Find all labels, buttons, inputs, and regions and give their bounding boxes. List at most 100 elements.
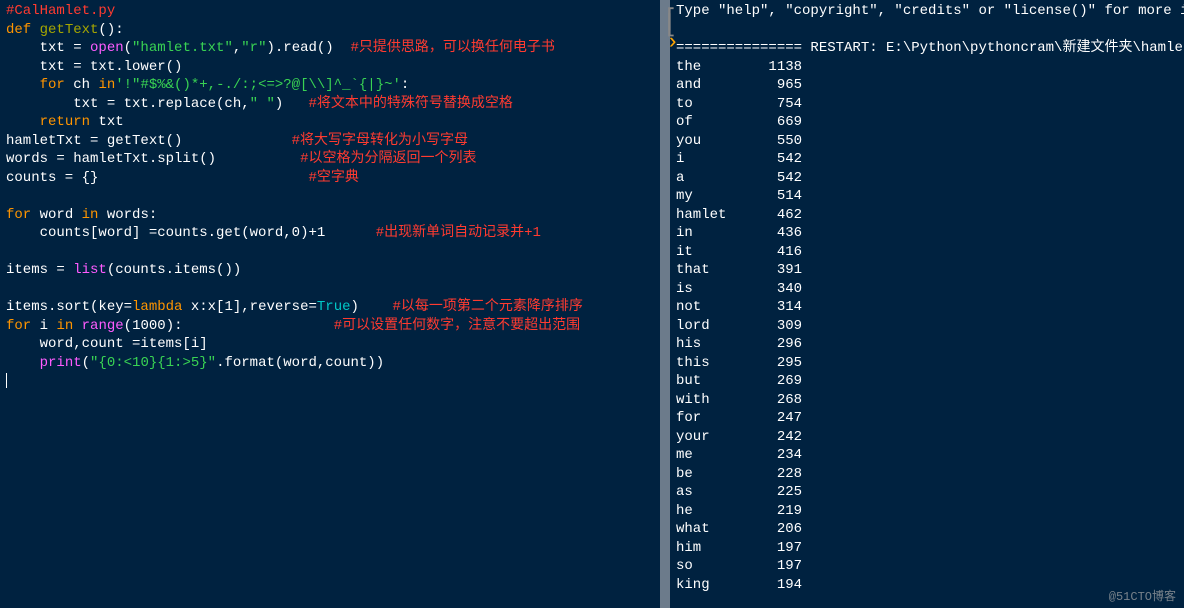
code-token: '!"#$%&()*+,-./:;<=>?@[\\]^_`{|}~' xyxy=(115,77,401,93)
code-token: getText xyxy=(40,22,99,38)
cursor-line xyxy=(6,372,654,391)
code-token xyxy=(6,77,40,93)
freq-row: he 219 xyxy=(676,502,1178,521)
code-token: ).read() xyxy=(266,40,350,56)
shell-blank-line xyxy=(676,21,1178,40)
code-token: ( xyxy=(124,318,132,334)
code-token: #只提供思路，可以换任何电子书 xyxy=(351,40,555,56)
prompt-icon: › xyxy=(666,30,679,55)
code-line[interactable]: txt = txt.replace(ch," ") #将文本中的特殊符号替换成空… xyxy=(6,95,654,114)
code-line[interactable] xyxy=(6,243,654,262)
code-token xyxy=(6,188,14,204)
code-token: txt = txt.lower() xyxy=(6,59,182,75)
shell-restart-line: =============== RESTART: E:\Python\pytho… xyxy=(676,39,1178,58)
code-token: open xyxy=(90,40,124,56)
code-line[interactable]: for ch in'!"#$%&()*+,-./:;<=>?@[\\]^_`{|… xyxy=(6,76,654,95)
code-token: in xyxy=(98,77,115,93)
code-line[interactable] xyxy=(6,280,654,299)
freq-row: my 514 xyxy=(676,187,1178,206)
code-line[interactable]: #CalHamlet.py xyxy=(6,2,654,21)
code-token: words: xyxy=(98,207,157,223)
code-token: True xyxy=(317,299,351,315)
freq-row: the 1138 xyxy=(676,58,1178,77)
code-line[interactable]: def getText(): xyxy=(6,21,654,40)
code-token: list xyxy=(73,262,107,278)
code-token: #以空格为分隔返回一个列表 xyxy=(300,151,476,167)
code-line[interactable]: txt = open("hamlet.txt","r").read() #只提供… xyxy=(6,39,654,58)
code-token: 1 xyxy=(224,299,232,315)
code-token: .format(word,count)) xyxy=(216,355,384,371)
code-token xyxy=(73,318,81,334)
code-token: for xyxy=(40,77,65,93)
code-lines-container: #CalHamlet.pydef getText(): txt = open("… xyxy=(6,2,654,372)
code-token: txt = txt.replace(ch, xyxy=(6,96,250,112)
code-line[interactable]: return txt xyxy=(6,113,654,132)
code-token: #出现新单词自动记录并+1 xyxy=(376,225,541,241)
code-token: words = hamletTxt.split() xyxy=(6,151,300,167)
freq-row: not 314 xyxy=(676,298,1178,317)
freq-row: a 542 xyxy=(676,169,1178,188)
code-token: return xyxy=(40,114,90,130)
code-token: txt = xyxy=(6,40,90,56)
code-line[interactable]: counts[word] =counts.get(word,0)+1 #出现新单… xyxy=(6,224,654,243)
code-token: ( xyxy=(124,40,132,56)
code-line[interactable]: items.sort(key=lambda x:x[1],reverse=Tru… xyxy=(6,298,654,317)
freq-row: you 550 xyxy=(676,132,1178,151)
code-token: hamletTxt = getText() xyxy=(6,133,292,149)
code-line[interactable]: hamletTxt = getText() #将大写字母转化为小写字母 xyxy=(6,132,654,151)
code-line[interactable]: print("{0:<10}{1:>5}".format(word,count)… xyxy=(6,354,654,373)
code-token: )+ xyxy=(300,225,317,241)
code-line[interactable]: words = hamletTxt.split() #以空格为分隔返回一个列表 xyxy=(6,150,654,169)
code-token xyxy=(6,355,40,371)
freq-row: his 296 xyxy=(676,335,1178,354)
code-line[interactable]: items = list(counts.items()) xyxy=(6,261,654,280)
code-token: items = xyxy=(6,262,73,278)
pane-divider[interactable] xyxy=(660,0,670,608)
freq-row: him 197 xyxy=(676,539,1178,558)
code-token: #将大写字母转化为小写字母 xyxy=(292,133,468,149)
code-token: "hamlet.txt" xyxy=(132,40,233,56)
code-token: "{0:<10}{1:>5}" xyxy=(90,355,216,371)
code-token: 1000 xyxy=(132,318,166,334)
code-token: ) xyxy=(275,96,309,112)
code-token: counts[word] =counts.get(word, xyxy=(6,225,292,241)
code-token: 0 xyxy=(292,225,300,241)
code-token: in xyxy=(56,318,73,334)
freq-row: in 436 xyxy=(676,224,1178,243)
code-token: for xyxy=(6,207,31,223)
code-token: counts = {} xyxy=(6,170,308,186)
watermark-label: @51CTO博客 xyxy=(1109,587,1176,604)
code-token: i xyxy=(31,318,56,334)
freq-row: me 234 xyxy=(676,446,1178,465)
code-line[interactable]: counts = {} #空字典 xyxy=(6,169,654,188)
code-token: ) xyxy=(351,299,393,315)
code-line[interactable] xyxy=(6,187,654,206)
code-line[interactable]: for word in words: xyxy=(6,206,654,225)
code-token: #空字典 xyxy=(308,170,358,186)
code-line[interactable]: txt = txt.lower() xyxy=(6,58,654,77)
freq-row: king 194 xyxy=(676,576,1178,595)
code-token: : xyxy=(401,77,409,93)
code-line[interactable]: word,count =items[i] xyxy=(6,335,654,354)
freq-row: but 269 xyxy=(676,372,1178,391)
code-token xyxy=(6,281,14,297)
freq-row: be 228 xyxy=(676,465,1178,484)
freq-row: that 391 xyxy=(676,261,1178,280)
code-token: " " xyxy=(250,96,275,112)
code-line[interactable]: for i in range(1000): #可以设置任何数字，注意不要超出范围 xyxy=(6,317,654,336)
shell-intro-line: Type "help", "copyright", "credits" or "… xyxy=(676,2,1178,21)
shell-output-pane[interactable]: ⌈ ⌊ › Type "help", "copyright", "credits… xyxy=(670,0,1184,608)
code-token: word,count =items[i] xyxy=(6,336,208,352)
code-token: #可以设置任何数字，注意不要超出范围 xyxy=(334,318,580,334)
code-token: word xyxy=(31,207,81,223)
code-token: #CalHamlet.py xyxy=(6,3,115,19)
freq-row: for 247 xyxy=(676,409,1178,428)
freq-row: hamlet 462 xyxy=(676,206,1178,225)
freq-row: this 295 xyxy=(676,354,1178,373)
code-token: (counts.items()) xyxy=(107,262,241,278)
freq-row: of 669 xyxy=(676,113,1178,132)
code-editor-pane[interactable]: #CalHamlet.pydef getText(): txt = open("… xyxy=(0,0,660,608)
code-token: ch xyxy=(65,77,99,93)
code-token: , xyxy=(233,40,241,56)
freq-row: and 965 xyxy=(676,76,1178,95)
